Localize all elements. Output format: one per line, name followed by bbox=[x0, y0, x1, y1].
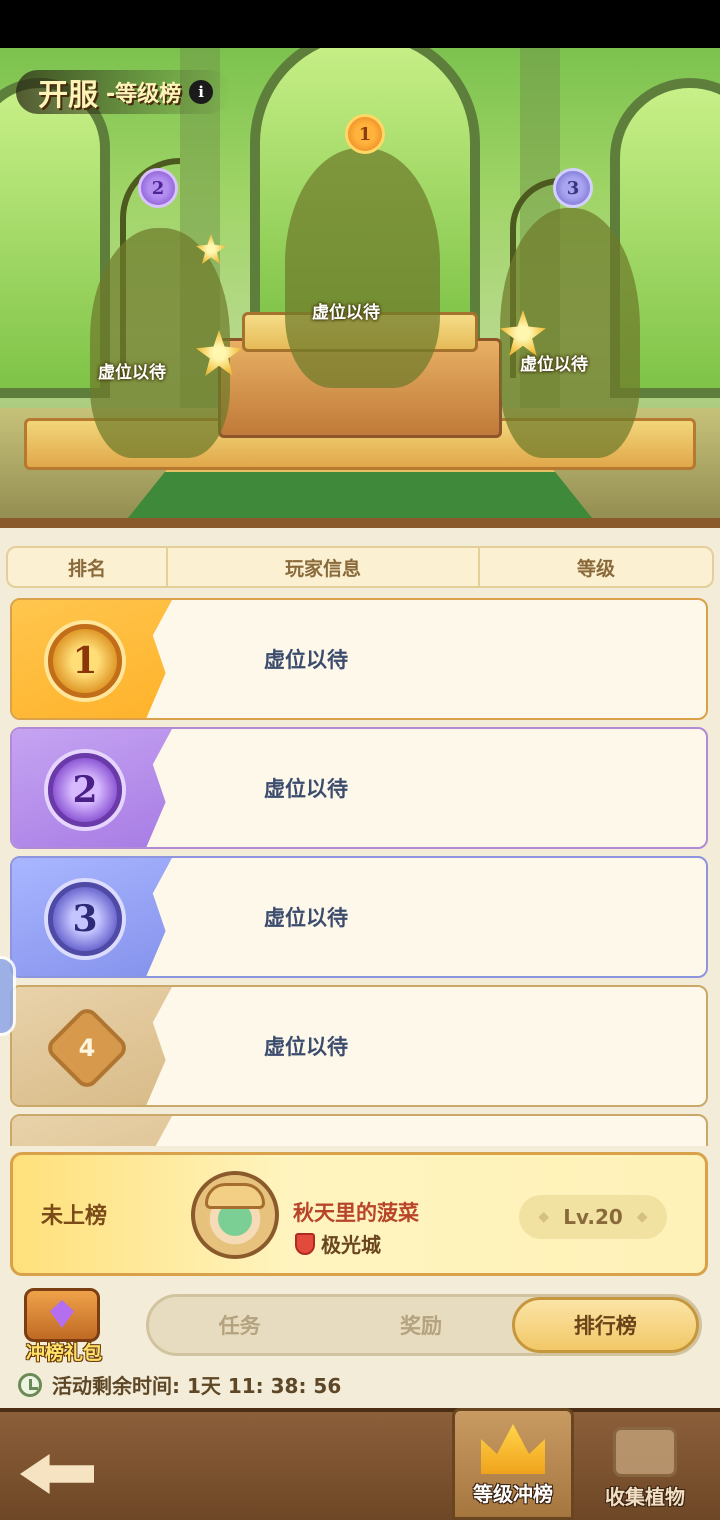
sparkle-icon: ◆ bbox=[538, 1209, 550, 1225]
server-flag-icon bbox=[295, 1232, 315, 1255]
side-drawer-handle[interactable] bbox=[0, 956, 16, 1036]
back-button[interactable] bbox=[14, 1436, 104, 1506]
podium-1-label[interactable]: 虚位以待 bbox=[312, 298, 380, 323]
event-timer: 活动剩余时间: 1天 11: 38: 56 bbox=[18, 1370, 341, 1399]
scene-divider bbox=[0, 518, 720, 528]
avatar-hat bbox=[205, 1183, 265, 1209]
podium-3-label[interactable]: 虚位以待 bbox=[520, 350, 588, 375]
podium-2-label[interactable]: 虚位以待 bbox=[98, 358, 166, 383]
rank-2-badge-icon: 2 bbox=[48, 753, 122, 827]
table-row[interactable]: 3 虚位以待 bbox=[10, 856, 708, 978]
tab-leaderboard[interactable]: 排行榜 bbox=[511, 1297, 699, 1353]
table-row[interactable]: 1 虚位以待 bbox=[10, 598, 708, 720]
header-rank: 排名 bbox=[8, 548, 168, 586]
tab-rewards[interactable]: 奖励 bbox=[330, 1297, 511, 1353]
server-name: 极光城 bbox=[321, 1233, 381, 1257]
table-header: 排名 玩家信息 等级 bbox=[6, 546, 714, 588]
nav-level-rush-label: 等级冲榜 bbox=[473, 1482, 553, 1506]
page-title: 开服 -等级榜 i bbox=[16, 70, 232, 114]
back-arrow-icon bbox=[20, 1454, 94, 1494]
my-rank-bar[interactable]: 未上榜 秋天里的菠菜 极光城 ◆ Lv.20 ◆ bbox=[10, 1152, 708, 1276]
rank-3-medal-icon: 3 bbox=[553, 168, 593, 208]
player-name: 虚位以待 bbox=[264, 777, 348, 801]
rank-gift-label: 冲榜礼包 bbox=[25, 1342, 102, 1364]
podium-scene: 1 2 3 虚位以待 虚位以待 虚位以待 开服 -等级榜 i bbox=[0, 48, 720, 528]
status-bar bbox=[0, 0, 720, 48]
info-icon[interactable]: i bbox=[189, 80, 214, 104]
player-name: 虚位以待 bbox=[264, 906, 348, 930]
tab-bar: 任务 奖励 排行榜 bbox=[146, 1294, 702, 1356]
title-main: 开服 bbox=[38, 78, 98, 113]
ranking-list[interactable]: 1 虚位以待 2 虚位以待 3 虚位以待 4 虚位以待 bbox=[10, 598, 710, 1146]
rank-cell bbox=[12, 1116, 172, 1146]
header-level: 等级 bbox=[576, 557, 615, 580]
my-level: Lv.20 bbox=[563, 1205, 623, 1229]
my-server: 极光城 bbox=[295, 1229, 381, 1258]
table-row[interactable]: 4 虚位以待 bbox=[10, 985, 708, 1107]
rank-1-badge-icon: 1 bbox=[48, 624, 122, 698]
placeholder-silhouette-2 bbox=[90, 228, 230, 458]
plant-crate-icon bbox=[613, 1427, 677, 1477]
placeholder-silhouette-1 bbox=[285, 148, 440, 388]
my-level-badge: ◆ Lv.20 ◆ bbox=[519, 1195, 667, 1239]
table-row[interactable]: 2 虚位以待 bbox=[10, 727, 708, 849]
timer-text: 活动剩余时间: 1天 11: 38: 56 bbox=[52, 1374, 342, 1398]
title-sub: -等级榜 bbox=[106, 82, 182, 107]
player-name: 虚位以待 bbox=[264, 1035, 348, 1059]
my-player-name: 秋天里的菠菜 bbox=[293, 1201, 419, 1225]
nav-collect-plants[interactable]: 收集植物 bbox=[584, 1408, 706, 1520]
rank-number: 4 bbox=[78, 1034, 96, 1062]
nav-level-rush[interactable]: 等级冲榜 bbox=[452, 1408, 574, 1520]
rank-1-medal-icon: 1 bbox=[345, 114, 385, 154]
sparkle-icon: ◆ bbox=[636, 1209, 648, 1225]
rank-2-medal-icon: 2 bbox=[138, 168, 178, 208]
avatar[interactable] bbox=[191, 1171, 279, 1259]
my-rank-status: 未上榜 bbox=[41, 1204, 108, 1229]
header-player-info: 玩家信息 bbox=[168, 548, 480, 586]
table-row[interactable] bbox=[10, 1114, 708, 1146]
crown-icon bbox=[481, 1424, 545, 1474]
rank-3-badge-icon: 3 bbox=[48, 882, 122, 956]
tab-tasks[interactable]: 任务 bbox=[149, 1297, 330, 1353]
leaderboard-panel: 排名 玩家信息 等级 1 虚位以待 2 虚位以待 3 虚位以待 4 虚位以待 未… bbox=[0, 528, 720, 1408]
nav-collect-plants-label: 收集植物 bbox=[605, 1485, 685, 1509]
rank-gift-button[interactable]: 冲榜礼包 bbox=[18, 1284, 108, 1364]
clock-icon bbox=[18, 1372, 42, 1397]
player-name: 虚位以待 bbox=[264, 648, 348, 672]
bottom-nav: 等级冲榜 收集植物 bbox=[0, 1408, 720, 1520]
